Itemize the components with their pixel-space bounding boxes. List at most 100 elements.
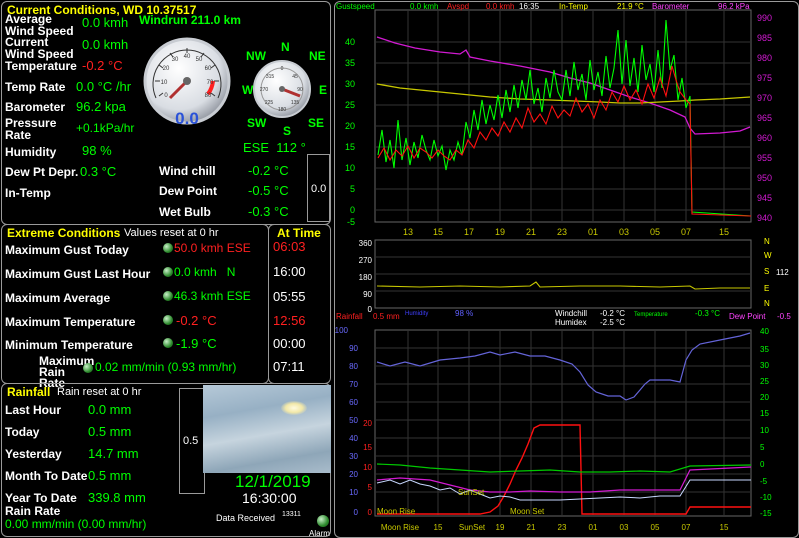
x-bot-07: 07: [682, 523, 691, 532]
annot-moonrise: Moon Rise: [377, 507, 416, 516]
x-top-23: 23: [557, 227, 567, 237]
y-right-990: 990: [757, 13, 772, 23]
legend-avspd-value: 0.0 kmh: [486, 2, 514, 11]
wind-graph-y-right: 990 985 980 975 970 965 960 955 950 945 …: [757, 13, 772, 223]
y-left-30: 30: [345, 79, 355, 89]
hum-y-70: 70: [349, 380, 358, 389]
x-top-15b: 15: [719, 227, 729, 237]
x-bot-21: 21: [527, 523, 536, 532]
legend-gust: Gustspeed: [336, 2, 375, 11]
temp-y-35: 35: [760, 345, 769, 354]
direction-graph-y: 360 270 180 90 0: [359, 239, 373, 314]
y-left-5: 5: [350, 184, 355, 194]
temp-y-25: 25: [760, 377, 769, 386]
graphs-svg: 40 35 30 25 20 15 10 5 0 -5 990 985 980 …: [335, 2, 792, 532]
temp-y-10: 10: [760, 426, 769, 435]
x-top-17: 17: [464, 227, 474, 237]
temp-graph-area: [374, 329, 752, 517]
y-left-25: 25: [345, 100, 355, 110]
hum-y-50: 50: [349, 416, 358, 425]
y-right-945: 945: [757, 193, 772, 203]
y-right-965: 965: [757, 113, 772, 123]
rain-y-10: 10: [363, 463, 372, 472]
legend-barometer: Barometer: [652, 2, 690, 11]
dir-s: S: [764, 267, 769, 276]
y-left-neg5: -5: [347, 217, 355, 227]
dir-n-top: N: [764, 237, 770, 246]
y-left-35: 35: [345, 58, 355, 68]
temp-y-neg10: -10: [760, 493, 772, 502]
legend-dewpoint-value: -0.5: [777, 312, 791, 321]
x-bot-01: 01: [589, 523, 598, 532]
x-bot-05: 05: [651, 523, 660, 532]
y-right-950: 950: [757, 173, 772, 183]
wind-graph-x: 13 15 17 19 21 23 01 03 05 07 15: [403, 227, 729, 237]
temp-y-0: 0: [760, 460, 765, 469]
x-bot-15b: 15: [720, 523, 729, 532]
x-top-13: 13: [403, 227, 413, 237]
y-right-985: 985: [757, 33, 772, 43]
dir-e: E: [764, 284, 769, 293]
legend-rainfall: Rainfall: [336, 312, 363, 321]
temp-graph-x: Moon Rise 15 SunSet 19 21 23 01 03 05 07…: [381, 523, 729, 532]
temp-y-15: 15: [760, 409, 769, 418]
legend-humidex: Humidex: [555, 318, 587, 327]
dir-w: W: [764, 251, 772, 260]
x-bot-03: 03: [620, 523, 629, 532]
x-top-19: 19: [495, 227, 505, 237]
y-left-40: 40: [345, 37, 355, 47]
x-top-07: 07: [681, 227, 691, 237]
temp-y-5: 5: [760, 443, 765, 452]
y-right-980: 980: [757, 53, 772, 63]
rain-y-15: 15: [363, 443, 372, 452]
mid-footer-legend: Rainfall 0.5 mm Humidity 98 % Windchill …: [336, 309, 791, 327]
x-top-21: 21: [526, 227, 536, 237]
temp-graph-y-right: 40 35 30 25 20 15 10 5 0 -5 -10 -15: [760, 327, 772, 518]
legend-avspd: Avspd: [447, 2, 469, 11]
annot-sunset: SunSet: [458, 488, 485, 497]
legend-windchill: Windchill: [555, 309, 587, 318]
hum-y-80: 80: [349, 362, 358, 371]
y-left-15: 15: [345, 142, 355, 152]
legend-humidex-value: -2.5 °C: [600, 318, 625, 327]
y-right-960: 960: [757, 133, 772, 143]
rain-y-20: 20: [363, 419, 372, 428]
hum-y-90: 90: [349, 344, 358, 353]
legend-temperature: Temperature: [634, 312, 668, 318]
dir-y-0: 0: [368, 305, 373, 314]
y-left-20: 20: [345, 121, 355, 131]
temp-graph-y-rain: 20 15 10 5 0: [363, 419, 372, 517]
x-top-03: 03: [619, 227, 629, 237]
dir-y-270: 270: [359, 256, 373, 265]
dir-current-value: 112: [776, 268, 789, 277]
x-bot-23: 23: [558, 523, 567, 532]
hum-y-30: 30: [349, 452, 358, 461]
legend-humidity: Humidity: [405, 311, 428, 317]
temp-y-20: 20: [760, 393, 769, 402]
x-bot-moonrise: Moon Rise: [381, 523, 420, 532]
y-right-975: 975: [757, 73, 772, 83]
legend-humidity-value: 98 %: [455, 309, 473, 318]
y-right-955: 955: [757, 153, 772, 163]
hum-y-10: 10: [349, 488, 358, 497]
hum-y-0: 0: [354, 508, 359, 517]
dir-y-360: 360: [359, 239, 373, 248]
rain-y-0: 0: [368, 508, 373, 517]
x-top-15: 15: [433, 227, 443, 237]
x-bot-15: 15: [434, 523, 443, 532]
temp-y-40: 40: [760, 327, 769, 336]
x-top-01: 01: [588, 227, 598, 237]
hum-y-60: 60: [349, 398, 358, 407]
wind-graph-y-left: 40 35 30 25 20 15 10 5 0 -5: [345, 37, 355, 227]
x-top-05: 05: [650, 227, 660, 237]
x-bot-sunset: SunSet: [459, 523, 486, 532]
hum-y-20: 20: [349, 470, 358, 479]
legend-rainfall-value: 0.5 mm: [373, 312, 400, 321]
direction-graph-dirs: N W S E N: [764, 237, 772, 308]
legend-gust-value: 0.0 kmh: [410, 2, 438, 11]
dir-y-90: 90: [363, 290, 372, 299]
x-bot-19: 19: [496, 523, 505, 532]
y-left-0: 0: [350, 205, 355, 215]
temp-y-30: 30: [760, 361, 769, 370]
temp-graph-y-left: 100 90 80 70 60 50 40 30 20 10 0: [335, 326, 359, 517]
